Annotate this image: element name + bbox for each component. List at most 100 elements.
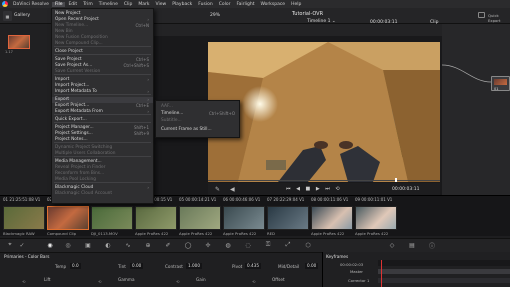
quick-export-button[interactable]: Quick Export [488, 13, 510, 23]
reset-lift-icon[interactable]: ⟲ [22, 279, 25, 284]
clip-info: 05 00:00:14:21 V1 [179, 197, 216, 204]
menu-file[interactable]: File [51, 1, 66, 7]
clip-thumbnail[interactable] [47, 206, 89, 230]
clip-name: Apple ProRes 422 [179, 231, 213, 236]
menu-color[interactable]: Color [216, 2, 234, 7]
menu-shortcut: Ctrl+N [135, 23, 149, 28]
menu-item-project-notes[interactable]: Project Notes... [55, 137, 88, 143]
clip-thumbnail[interactable] [355, 206, 397, 230]
clip-track: V1 [343, 197, 349, 202]
menu-item-import-metadata-to[interactable]: Import Metadata To [55, 89, 97, 95]
middetail-value[interactable]: 0.00 [305, 263, 319, 269]
playhead[interactable] [395, 178, 397, 182]
wand-icon[interactable]: ✓ [18, 241, 26, 249]
file-menu-dropdown: New Project Open Recent Project › New Timel… [51, 8, 154, 204]
still-thumbnail[interactable] [8, 35, 30, 49]
menu-item-new-compound-clip: New Compound Clip... [55, 41, 103, 46]
clip-num: 01 [3, 197, 9, 202]
clip-thumbnail[interactable] [223, 206, 265, 230]
raw-icon[interactable]: ▣ [84, 241, 92, 249]
menu-shortcut: Ctrl+Shift+S [123, 63, 149, 68]
clip-thumbnail[interactable] [3, 206, 45, 230]
reset-gamma-icon[interactable]: ⟲ [98, 279, 101, 284]
submenu-item-current-frame-as-still[interactable]: Current Frame as Still... [161, 127, 212, 133]
menu-item-close-project[interactable]: Close Project [55, 49, 83, 55]
scopes-icon[interactable]: ▤ [408, 241, 416, 249]
menu-item-quick-export[interactable]: Quick Export... [55, 117, 87, 123]
volume-icon[interactable]: ◀ [230, 186, 235, 193]
master-track[interactable] [378, 269, 510, 274]
pivot-value[interactable]: 0.435 [245, 263, 261, 269]
color-picker-icon[interactable]: ⌖ [6, 241, 14, 249]
menu-mark[interactable]: Mark [135, 2, 152, 7]
clip-thumbnail[interactable] [91, 206, 133, 230]
keyframe-playhead[interactable] [381, 260, 382, 287]
magic-mask-icon[interactable]: ◍ [224, 241, 232, 249]
clip-thumbnail[interactable] [267, 206, 309, 230]
sizing-icon[interactable]: ⤢ [284, 241, 292, 249]
blur-icon[interactable]: ◌ [244, 241, 252, 249]
lift-label: Lift [44, 277, 51, 282]
clip-name: Blackmagic RAW [3, 231, 35, 236]
gamma-label: Gamma [118, 277, 135, 282]
menu-fusion[interactable]: Fusion [195, 2, 215, 7]
menu-clip[interactable]: Clip [121, 2, 136, 7]
clip-thumbnail[interactable] [135, 206, 177, 230]
menu-item-export-metadata-from[interactable]: Export Metadata From [55, 109, 103, 115]
tint-value[interactable]: 0.00 [130, 263, 144, 269]
motion-icon[interactable]: ◐ [104, 241, 112, 249]
temp-value[interactable]: 0.0 [70, 263, 81, 269]
reset-gain-icon[interactable]: ⟲ [176, 279, 179, 284]
clip-info: 06 00:00:46:06 V1 [223, 197, 260, 204]
keyframes-toggle-icon[interactable]: ◇ [388, 241, 396, 249]
submenu-arrow-icon: › [147, 109, 149, 114]
zoom-level[interactable]: 29% [210, 13, 220, 18]
warper-icon[interactable]: ⊕ [144, 241, 152, 249]
menu-view[interactable]: View [153, 2, 170, 7]
menu-workspace[interactable]: Workspace [257, 2, 288, 7]
menu-fairlight[interactable]: Fairlight [233, 2, 257, 7]
clip-name: DJI_0113.MOV [91, 231, 118, 236]
key-icon[interactable]: ⚿ [264, 241, 272, 249]
curves-icon[interactable]: ∿ [124, 241, 132, 249]
info-icon[interactable]: ⓘ [428, 241, 436, 250]
clip-name: RED [267, 231, 275, 236]
clip-track: V1 [387, 197, 393, 202]
keyframe-ruler[interactable] [378, 260, 510, 266]
menu-timeline[interactable]: Timeline [96, 2, 121, 7]
primaries-wheel-icon[interactable]: ◉ [46, 241, 54, 249]
corrector-track[interactable] [378, 278, 510, 283]
menu-playback[interactable]: Playback [169, 2, 195, 7]
viewer-image[interactable] [208, 42, 440, 182]
clip-thumbnail[interactable] [311, 206, 353, 230]
export-submenu: AAF... Timeline... Ctrl+Shift+O Subtitle...… [155, 100, 240, 138]
transport-controls[interactable]: ⏮ ◀ ■ ▶ ⏭ ⟲ [286, 186, 342, 192]
gallery-button[interactable]: Gallery [14, 13, 30, 18]
menu-edit[interactable]: Edit [65, 2, 80, 7]
clip-name: Apple ProRes 422 [355, 231, 389, 236]
keyframes-title: Keyframes [326, 254, 349, 259]
gallery-icon[interactable]: ▦ [3, 11, 12, 21]
clip-tc: 20:22:29:04 [273, 197, 298, 202]
tracker-icon[interactable]: ✢ [204, 241, 212, 249]
menu-help[interactable]: Help [288, 2, 304, 7]
3d-icon[interactable]: ⬡ [304, 241, 312, 249]
clip-track: V1 [255, 197, 261, 202]
clip-info: 01 21:25:51:08 V1 [3, 197, 40, 204]
qualifier-icon[interactable]: ✐ [164, 241, 172, 249]
hdr-icon[interactable]: ◎ [64, 241, 72, 249]
keyframes-timecode: 00:00:02:03 [340, 262, 364, 267]
reset-offset-icon[interactable]: ⟲ [252, 279, 255, 284]
clip-name: Apple ProRes 422 [223, 231, 257, 236]
pen-icon[interactable]: ✎ [215, 186, 220, 193]
clip-thumbnail[interactable] [179, 206, 221, 230]
window-icon[interactable]: ◯ [184, 241, 192, 249]
middetail-label: Mid/Detail [278, 264, 300, 269]
scrubber-track[interactable] [208, 180, 440, 181]
contrast-value[interactable]: 1.000 [186, 263, 202, 269]
submenu-arrow-icon: › [147, 89, 149, 94]
menu-trim[interactable]: Trim [80, 2, 96, 7]
corrector-node[interactable]: 01 [491, 76, 510, 91]
submenu-item-timeline[interactable]: Timeline... [161, 111, 183, 117]
clip-num: 08 [311, 197, 317, 202]
